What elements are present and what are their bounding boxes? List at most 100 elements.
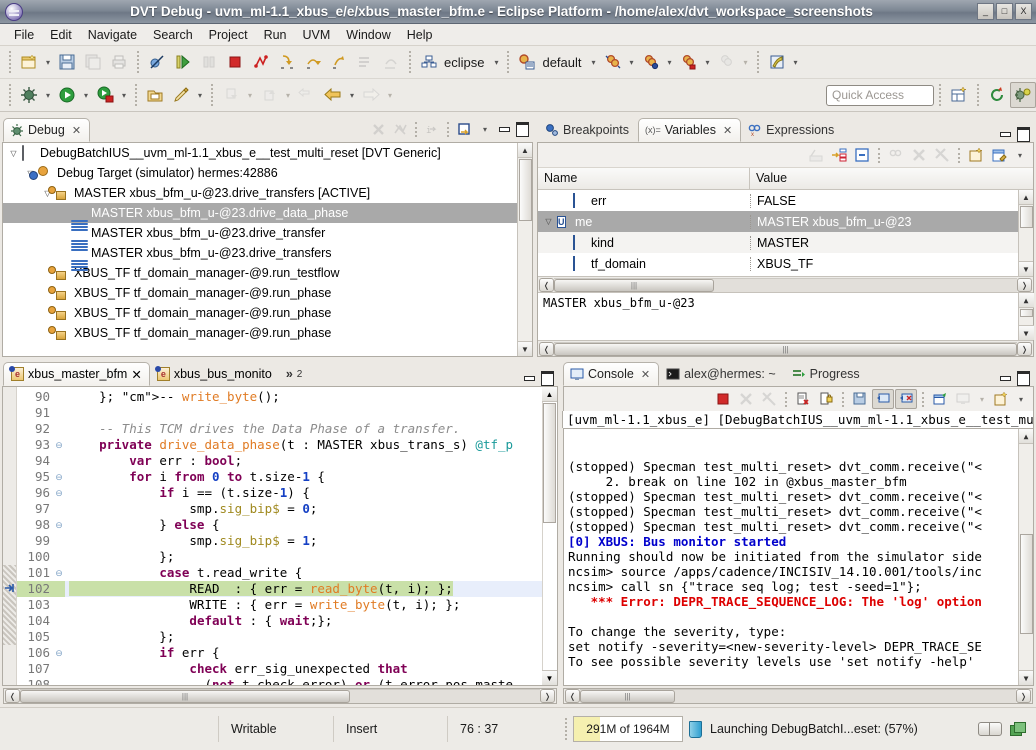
lock-scroll-icon[interactable] [815, 389, 837, 409]
tab-breakpoints[interactable]: Breakpoints [538, 118, 638, 142]
editor-code-line[interactable]: WRITE : { err = write_byte(t, i); }; [65, 597, 542, 613]
compile-stop-dropdown-icon[interactable]: ▾ [702, 49, 714, 75]
column-header-value[interactable]: Value [750, 168, 1033, 189]
clear-console-icon[interactable] [792, 389, 814, 409]
quick-access-input[interactable]: Quick Access [826, 85, 934, 106]
variables-table-row[interactable]: errFALSE [538, 190, 1033, 211]
console-hscrollbar[interactable]: ❬ ||| ❭ [563, 688, 1033, 704]
editor-fold-toggle[interactable]: ⊖ [53, 469, 65, 485]
editor-fold-toggle[interactable] [53, 581, 65, 597]
editor-fold-toggle[interactable]: ⊖ [53, 517, 65, 533]
editor-overview-ruler[interactable]: ▲ ▼ [542, 387, 557, 685]
skip-breakpoints-icon[interactable] [144, 49, 170, 75]
scroll-up-icon[interactable]: ▲ [1019, 293, 1034, 308]
scheme-dropdown-icon[interactable]: ▾ [588, 49, 600, 75]
debug-tree-row[interactable]: MASTER xbus_bfm_u-@23.drive_transfers [3, 243, 532, 263]
scroll-left-icon[interactable]: ❬ [5, 689, 20, 703]
scroll-down-icon[interactable]: ▼ [518, 341, 533, 356]
editor-code-line[interactable]: smp.sig_bip$ = 0; [65, 501, 542, 517]
minimize-view-button[interactable] [997, 370, 1013, 386]
new-detail-icon[interactable] [965, 145, 987, 165]
new-perspective-icon[interactable] [946, 82, 972, 108]
editor-code-line[interactable]: if err { [65, 645, 542, 661]
new-wizard-icon[interactable] [16, 49, 42, 75]
relaunch-icon[interactable] [454, 119, 474, 139]
scroll-up-icon[interactable]: ▲ [542, 387, 557, 402]
close-icon[interactable]: ✕ [131, 367, 141, 382]
scroll-down-icon[interactable]: ▼ [542, 670, 557, 685]
scroll-thumb[interactable] [543, 403, 556, 523]
code-editor[interactable]: 9091929394959697989910010110210310410510… [3, 387, 557, 685]
minimize-view-button[interactable] [496, 121, 512, 137]
back-arrow-icon[interactable] [320, 82, 346, 108]
compile-run-dropdown-icon[interactable]: ▾ [626, 49, 638, 75]
editor-fold-toggle[interactable] [53, 613, 65, 629]
perspective-dropdown-icon[interactable]: ▾ [490, 49, 502, 75]
view-menu-icon[interactable]: ▾ [476, 116, 494, 142]
variables-table-row[interactable]: kindMASTER [538, 232, 1033, 253]
toggle-icon[interactable] [978, 722, 1002, 736]
scroll-thumb[interactable] [1020, 206, 1033, 228]
compile-debug-icon[interactable] [638, 49, 664, 75]
maximize-view-button[interactable] [1015, 126, 1031, 142]
scroll-right-icon[interactable]: ❭ [1017, 278, 1032, 292]
editor-code-line[interactable]: (not t.check_error) or (t.error_pos_mast… [65, 677, 542, 685]
scroll-left-icon[interactable]: ❬ [539, 278, 554, 292]
editor-fold-toggle[interactable] [53, 661, 65, 677]
menu-item-edit[interactable]: Edit [42, 26, 80, 44]
console-output[interactable]: (stopped) Specman test_multi_reset> dvt_… [563, 428, 1034, 686]
scroll-down-icon[interactable]: ▼ [1019, 670, 1034, 685]
scroll-right-icon[interactable]: ❭ [1016, 689, 1031, 703]
resume-icon[interactable] [170, 49, 196, 75]
scroll-thumb[interactable] [1020, 309, 1033, 317]
editor-fold-toggle[interactable] [53, 389, 65, 405]
pin-console-icon[interactable] [929, 389, 951, 409]
run-launch-dropdown-icon[interactable]: ▾ [80, 82, 92, 108]
terminate-icon[interactable] [712, 389, 734, 409]
close-icon[interactable]: ✕ [723, 124, 732, 137]
hscroll-track[interactable]: ||| [554, 342, 1017, 356]
debug-tree-row[interactable]: XBUS_TF tf_domain_manager-@9.run_phase [3, 283, 532, 303]
detail-hscrollbar[interactable]: ❬ ||| ❭ [538, 340, 1033, 356]
show-console-on-output-icon[interactable] [872, 389, 894, 409]
heap-status-bar[interactable]: 291M of 1964M [573, 716, 683, 742]
collapse-all-icon[interactable] [851, 145, 873, 165]
compile-run-icon[interactable] [600, 49, 626, 75]
trash-icon[interactable] [689, 721, 702, 738]
variables-table-row[interactable]: ▽UmeMASTER xbus_bfm_u-@23 [538, 211, 1033, 232]
editor-fold-toggle[interactable]: ⊖ [53, 437, 65, 453]
editor-code-line[interactable]: var err : bool; [65, 453, 542, 469]
editor-fold-toggle[interactable] [53, 597, 65, 613]
editor-fold-toggle[interactable]: ⊖ [53, 645, 65, 661]
scroll-thumb[interactable] [519, 159, 532, 221]
editor-code-line[interactable]: }; [65, 629, 542, 645]
editor-fold-toggle[interactable] [53, 549, 65, 565]
hscroll-thumb[interactable]: ||| [20, 690, 350, 703]
open-console-icon[interactable] [990, 389, 1012, 409]
scroll-right-icon[interactable]: ❭ [1017, 342, 1032, 356]
tab-console[interactable]: Console ✕ [563, 362, 659, 386]
close-icon[interactable]: ✕ [72, 124, 81, 137]
editor-code-line[interactable]: } else { [65, 517, 542, 533]
editor-fold-toggle[interactable] [53, 629, 65, 645]
menu-item-uvm[interactable]: UVM [295, 26, 339, 44]
compile-config-icon[interactable] [514, 49, 540, 75]
editor-code-line[interactable]: private drive_data_phase(t : MASTER xbus… [65, 437, 542, 453]
terminate-icon[interactable] [222, 49, 248, 75]
editor-fold-toggle[interactable] [53, 421, 65, 437]
editor-code-line[interactable]: if i == (t.size-1) { [65, 485, 542, 501]
hscroll-thumb[interactable]: ||| [554, 279, 714, 292]
debug-tree-row[interactable]: ▽Debug Target (simulator) hermes:42886 [3, 163, 532, 183]
paintbrush-icon[interactable] [168, 82, 194, 108]
tab-variables[interactable]: (x)= Variables ✕ [638, 118, 741, 142]
tab-terminal[interactable]: alex@hermes: ~ [659, 362, 785, 386]
run-launch-icon[interactable] [54, 82, 80, 108]
maximize-button[interactable]: □ [996, 3, 1013, 20]
editor-code-line[interactable]: case t.read_write { [65, 565, 542, 581]
menu-item-help[interactable]: Help [399, 26, 441, 44]
hscroll-track[interactable]: ||| [554, 278, 1017, 292]
scroll-right-icon[interactable]: ❭ [540, 689, 555, 703]
scroll-down-icon[interactable]: ▼ [1019, 325, 1034, 340]
maximize-editor-button[interactable] [539, 370, 555, 386]
maximize-view-button[interactable] [1015, 370, 1031, 386]
